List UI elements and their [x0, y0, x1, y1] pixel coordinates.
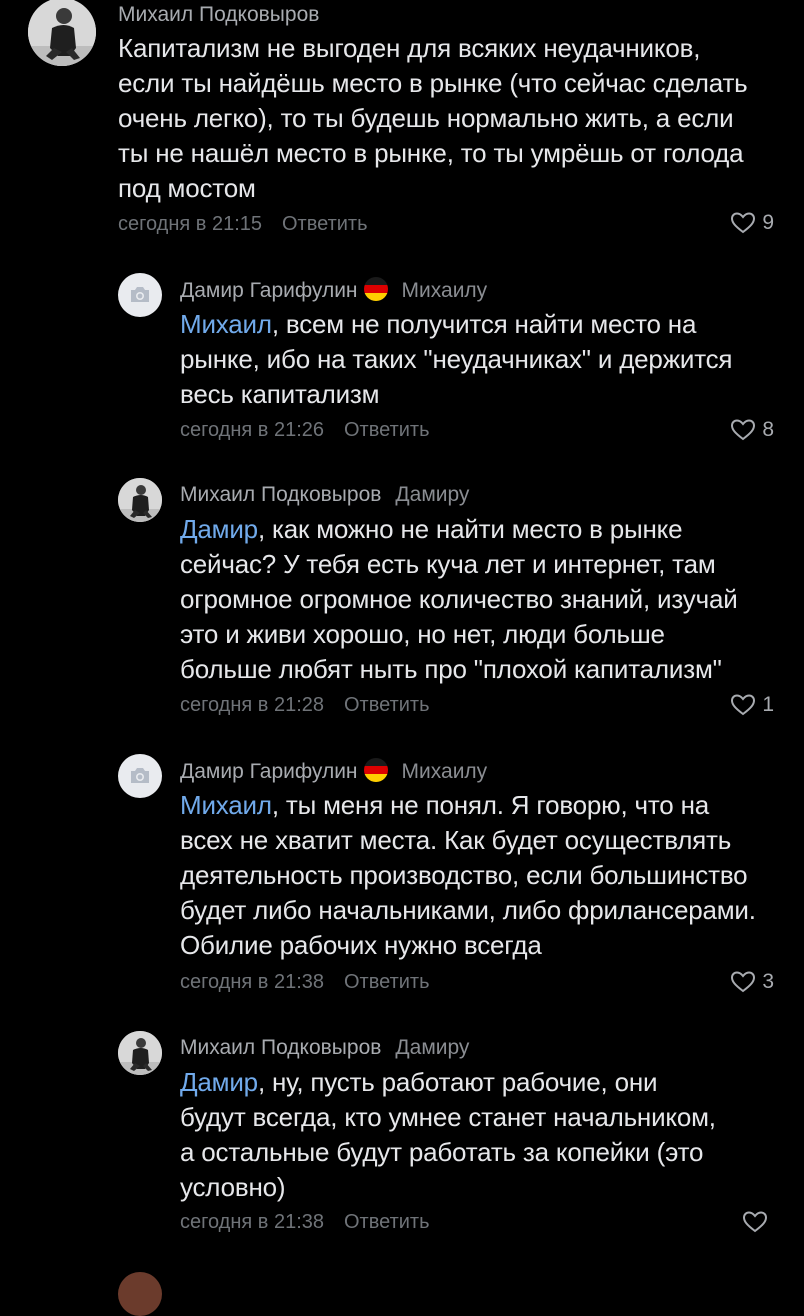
comment-text: Капитализм не выгоден для всяких неудачн…	[118, 33, 748, 203]
heart-icon	[731, 694, 756, 716]
like-count: 3	[762, 970, 774, 993]
person-photo-icon	[118, 478, 162, 522]
comment-time[interactable]: сегодня в 21:38	[180, 971, 324, 993]
reply-button[interactable]: Ответить	[344, 1211, 430, 1233]
like-count: 8	[762, 418, 774, 441]
mention-link[interactable]: Михаил	[180, 790, 272, 820]
comment-author[interactable]: Михаил Подковыров	[180, 1036, 381, 1059]
comment-author[interactable]: Михаил Подковыров	[118, 3, 319, 26]
avatar[interactable]	[118, 1272, 162, 1316]
reply-button[interactable]: Ответить	[344, 419, 430, 441]
reply-to-label[interactable]: Михаилу	[402, 760, 488, 783]
reply-button[interactable]: Ответить	[344, 694, 430, 716]
comment-text: Дамир, как можно не найти место в рынке …	[180, 514, 738, 684]
comment-time[interactable]: сегодня в 21:38	[180, 1211, 324, 1233]
mention-link[interactable]: Михаил	[180, 309, 272, 339]
comment-author[interactable]: Дамир Гарифулин	[180, 760, 358, 783]
avatar[interactable]	[118, 754, 162, 798]
comment-time[interactable]: сегодня в 21:15	[118, 213, 262, 235]
comment-author[interactable]: Дамир Гарифулин	[180, 279, 358, 302]
heart-icon	[731, 419, 756, 441]
heart-icon	[731, 971, 756, 993]
like-button[interactable]: 9	[730, 211, 774, 235]
reply-button[interactable]: Ответить	[344, 971, 430, 993]
reply-to-label[interactable]: Дамиру	[395, 483, 469, 506]
reply-to-label[interactable]: Дамиру	[395, 1036, 469, 1059]
comment-text: Дамир, ну, пусть работают рабочие, они б…	[180, 1067, 716, 1202]
germany-flag-icon	[363, 277, 388, 301]
comment-time[interactable]: сегодня в 21:28	[180, 694, 324, 716]
like-count: 9	[762, 211, 774, 234]
comment-text: Михаил, всем не получится найти место на…	[180, 309, 733, 409]
germany-flag-icon	[363, 758, 388, 782]
person-photo-icon	[28, 0, 96, 66]
avatar[interactable]	[28, 0, 96, 66]
avatar[interactable]	[118, 273, 162, 317]
reply-to-label[interactable]: Михаилу	[402, 279, 488, 302]
comment-time[interactable]: сегодня в 21:26	[180, 419, 324, 441]
avatar[interactable]	[118, 1031, 162, 1075]
like-count: 1	[762, 693, 774, 716]
like-button[interactable]: 8	[730, 418, 774, 442]
comment-text: Михаил, ты меня не понял. Я говорю, что …	[180, 790, 756, 960]
like-button[interactable]: 3	[730, 970, 774, 994]
like-button[interactable]	[742, 1210, 774, 1234]
comment-author[interactable]: Михаил Подковыров	[180, 483, 381, 506]
heart-icon	[731, 212, 756, 234]
avatar[interactable]	[118, 478, 162, 522]
heart-icon	[742, 1211, 768, 1233]
camera-icon	[131, 287, 149, 302]
camera-icon	[131, 768, 149, 783]
mention-link[interactable]: Дамир	[180, 514, 258, 544]
reply-button[interactable]: Ответить	[282, 213, 368, 235]
mention-link[interactable]: Дамир	[180, 1067, 258, 1097]
like-button[interactable]: 1	[730, 693, 774, 717]
person-photo-icon	[118, 1031, 162, 1075]
